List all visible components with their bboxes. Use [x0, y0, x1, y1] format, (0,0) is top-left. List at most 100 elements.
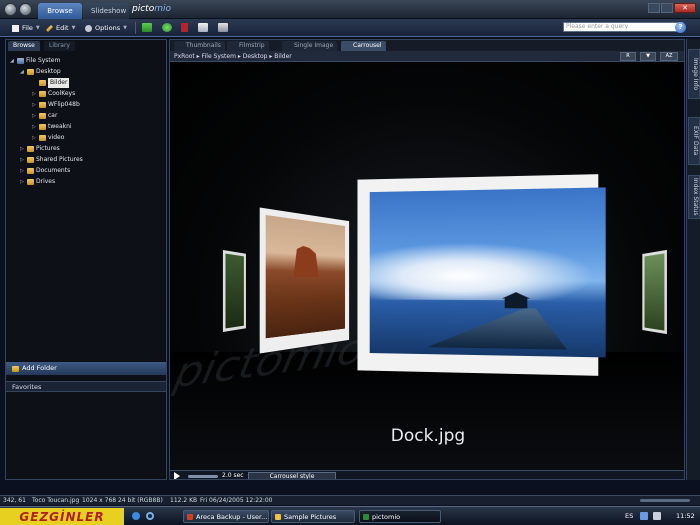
search-input[interactable]: Please enter a query [563, 22, 683, 32]
carousel-image-far-left[interactable] [222, 250, 246, 332]
tab-index-status[interactable]: Index Status [688, 175, 700, 219]
import-icon[interactable] [142, 23, 152, 32]
chevron-down-icon: ▼ [123, 25, 127, 31]
tree-item-label: File System [26, 57, 61, 64]
status-date: Fri 06/24/2005 12:22:00 [200, 497, 273, 504]
brand-banner: GEZGİNLER [0, 508, 124, 525]
tree-item-coolkeys[interactable]: ▷ CoolKeys [32, 89, 75, 99]
delete-icon[interactable] [181, 23, 188, 32]
carousel-stage[interactable]: pictomio Dock.jpg [170, 62, 684, 470]
chevron-down-icon: ▼ [35, 25, 40, 31]
tree-item-shared-pictures[interactable]: ▷ Shared Pictures [20, 155, 83, 165]
chevron-down-icon: ▼ [71, 25, 76, 31]
collapse-arrow-icon: ▷ [20, 179, 24, 185]
taskbar: GEZGİNLER Areca Backup - User... Sample … [0, 506, 700, 525]
tab-exif-data[interactable]: EXIF Data [688, 117, 700, 165]
status-bar: 342, 61 Toco Toucan.jpg 1024 x 768 24 bi… [0, 495, 700, 505]
tree-item-file-system[interactable]: ◢ File System [10, 56, 60, 66]
pictomio-icon [363, 514, 369, 520]
forward-button[interactable] [19, 3, 32, 16]
tab-thumbnails[interactable]: Thumbnails [174, 41, 225, 51]
help-button[interactable]: ? [675, 22, 686, 33]
folder-icon [39, 102, 46, 108]
volume-icon[interactable] [653, 512, 661, 520]
folder-icon [275, 514, 281, 520]
rotate-icon[interactable] [162, 23, 172, 32]
task-pictomio[interactable]: pictomio [359, 510, 441, 523]
alpha-sort-button[interactable]: AZ [660, 52, 678, 61]
edit-menu-button[interactable]: Edit ▼ [46, 22, 75, 34]
zoom-slider[interactable] [640, 499, 690, 502]
tab-library[interactable]: Library [44, 41, 75, 51]
play-icon[interactable] [174, 472, 180, 479]
tree-item-car[interactable]: ▷ car [32, 111, 57, 121]
edit-menu-label: Edit [56, 24, 69, 32]
tree-item-label: Desktop [36, 68, 61, 75]
task-areca-backup[interactable]: Areca Backup - User... [183, 510, 269, 523]
minimize-button[interactable] [648, 3, 660, 13]
close-icon: ✕ [682, 4, 688, 12]
language-indicator[interactable]: ES [625, 510, 633, 523]
speed-slider[interactable] [188, 475, 218, 478]
folder-icon [39, 91, 46, 97]
browser-icon[interactable] [132, 512, 140, 520]
speed-value: 2.0 sec [222, 472, 244, 479]
tree-item-wflip048b[interactable]: ▷ WFlip048b [32, 100, 80, 110]
sort-order-button[interactable]: ▼ [640, 52, 656, 61]
print-icon[interactable] [218, 23, 228, 32]
task-label: pictomio [372, 513, 401, 521]
collapse-arrow-icon: ▷ [32, 135, 36, 141]
left-panel: Browse Library ◢ File System ◢ Desktop Bil… [5, 39, 167, 480]
collapse-arrow-icon: ▷ [20, 146, 24, 152]
file-menu-button[interactable]: File ▼ [12, 22, 40, 34]
tree-item-tweakni[interactable]: ▷ tweakni [32, 122, 72, 132]
tab-filmstrip[interactable]: Filmstrip [227, 41, 269, 51]
breadcrumb[interactable]: PxRoot ▸ File System ▸ Desktop ▸ Bilder [170, 51, 684, 62]
gear-icon [85, 24, 92, 32]
close-button[interactable]: ✕ [674, 3, 696, 13]
tab-image-info[interactable]: Image Info [688, 49, 700, 99]
tree-item-label: Drives [36, 178, 56, 185]
tree-item-desktop[interactable]: ◢ Desktop [20, 67, 61, 77]
carousel-image-left[interactable] [259, 207, 350, 354]
search-icon[interactable] [146, 512, 154, 520]
folder-icon [27, 157, 34, 163]
tab-browse[interactable]: Browse [8, 41, 40, 51]
pictomio-window: Browse Slideshow pictomio ✕ File ▼ Edit ▼ … [0, 0, 700, 525]
tab-single-image[interactable]: Single Image [282, 41, 338, 51]
tree-item-video[interactable]: ▷ video [32, 133, 64, 143]
favorites-header[interactable]: Favorites [6, 381, 166, 392]
expand-arrow-icon: ◢ [10, 58, 14, 64]
options-menu-button[interactable]: Options ▼ [85, 22, 127, 34]
folder-icon [27, 146, 34, 152]
right-sidebar: Image Info EXIF Data Index Status [686, 39, 700, 480]
back-button[interactable] [4, 3, 17, 16]
monitor-icon[interactable] [198, 23, 208, 32]
maximize-button[interactable] [661, 3, 673, 13]
add-folder-button[interactable]: Add Folder [6, 362, 166, 375]
file-menu-label: File [22, 24, 33, 32]
status-filename: Toco Toucan.jpg [32, 497, 80, 504]
rating-sort-button[interactable]: R [620, 52, 636, 61]
collapse-arrow-icon: ▷ [32, 124, 36, 130]
tree-item-drives[interactable]: ▷ Drives [20, 177, 55, 187]
image-viewer: Thumbnails Filmstrip Single Image Carrou… [169, 39, 685, 480]
tree-item-documents[interactable]: ▷ Documents [20, 166, 70, 176]
tree-item-label: car [48, 112, 58, 119]
task-sample-pictures[interactable]: Sample Pictures [271, 510, 355, 523]
collapse-arrow-icon: ▷ [20, 157, 24, 163]
carousel-style-select[interactable]: Carrousel style [248, 472, 336, 479]
expand-arrow-icon: ◢ [20, 69, 24, 75]
clock[interactable]: 11:52 [676, 510, 695, 523]
tree-item-label: Shared Pictures [36, 156, 83, 163]
view-tabs: Thumbnails Filmstrip Single Image Carrou… [170, 40, 684, 51]
mode-tab-browse[interactable]: Browse [38, 3, 82, 19]
carousel-image-right[interactable] [642, 249, 667, 335]
carousel-image-main[interactable] [357, 174, 606, 376]
network-icon[interactable] [640, 512, 648, 520]
tree-item-pictures[interactable]: ▷ Pictures [20, 144, 60, 154]
task-label: Sample Pictures [284, 513, 337, 521]
tab-carrousel[interactable]: Carrousel [341, 41, 386, 51]
mode-tab-slideshow[interactable]: Slideshow [83, 3, 129, 19]
tree-item-bilder[interactable]: Bilder [32, 78, 70, 88]
